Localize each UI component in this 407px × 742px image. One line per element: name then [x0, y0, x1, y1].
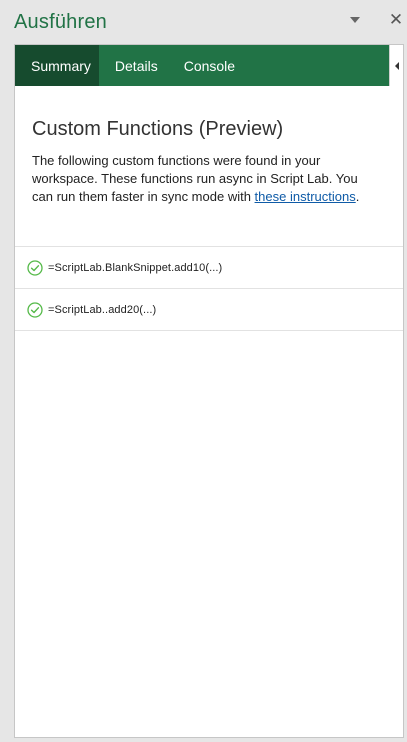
check-circle-icon [27, 301, 43, 318]
tab-bar: Summary Details Console [15, 45, 389, 86]
tab-summary[interactable]: Summary [15, 45, 99, 86]
task-pane-header: Ausführen ✕ [0, 0, 407, 44]
close-pane-button[interactable]: ✕ [387, 10, 405, 30]
page-title: Custom Functions (Preview) [32, 118, 284, 140]
pane-options-button[interactable] [346, 10, 364, 30]
function-name: =ScriptLab..add20(...) [48, 303, 157, 316]
list-item: =ScriptLab.BlankSnippet.add10(...) [15, 247, 403, 289]
function-list: =ScriptLab.BlankSnippet.add10(...) =Scri… [15, 246, 403, 331]
close-icon: ✕ [388, 10, 404, 29]
tab-details[interactable]: Details [99, 45, 166, 86]
triangle-down-icon [350, 17, 360, 23]
addin-content: Summary Details Console Custom Functions… [14, 44, 404, 738]
list-item: =ScriptLab..add20(...) [15, 289, 403, 331]
summary-description: The following custom functions were foun… [32, 152, 382, 206]
tab-console[interactable]: Console [166, 45, 243, 86]
description-end: . [355, 189, 360, 204]
pane-title: Ausführen [14, 11, 107, 33]
function-name: =ScriptLab.BlankSnippet.add10(...) [48, 261, 223, 274]
instructions-link[interactable]: these instructions [255, 189, 356, 204]
check-circle-icon [27, 259, 43, 276]
tab-scroll-button[interactable] [389, 45, 403, 86]
triangle-left-icon [395, 61, 399, 70]
